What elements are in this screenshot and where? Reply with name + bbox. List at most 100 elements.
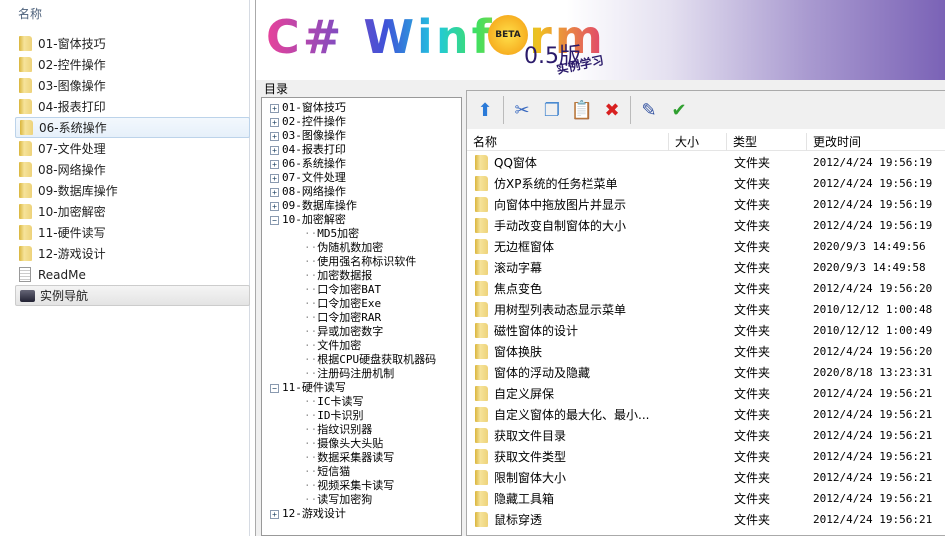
file-row[interactable]: 滚动字幕 文件夹 2020/9/3 14:49:58 <box>467 257 945 278</box>
expand-icon[interactable]: + <box>270 509 279 519</box>
col-name[interactable]: 名称 <box>467 133 497 151</box>
expand-icon[interactable]: + <box>270 187 279 197</box>
expand-icon[interactable]: + <box>270 131 279 141</box>
file-modified: 2012/4/24 19:56:21 <box>813 408 933 421</box>
delete-button[interactable]: ✖ <box>600 97 624 123</box>
expand-icon[interactable]: + <box>270 173 279 183</box>
file-row[interactable]: 自定义屏保 文件夹 2012/4/24 19:56:21 <box>467 383 945 404</box>
explorer-item[interactable]: 08-网络操作 <box>15 159 250 180</box>
file-row[interactable]: 用树型列表动态显示菜单 文件夹 2010/12/12 1:00:48 <box>467 299 945 320</box>
expand-icon[interactable]: + <box>270 103 279 113</box>
tree-node[interactable]: +03-图像操作 <box>270 129 346 143</box>
explorer-item[interactable]: 09-数据库操作 <box>15 180 250 201</box>
paste-button[interactable]: 📋 <box>570 97 594 123</box>
file-modified: 2012/4/24 19:56:21 <box>813 450 933 463</box>
explorer-item[interactable]: 03-图像操作 <box>15 75 250 96</box>
explorer-item[interactable]: 01-窗体技巧 <box>15 33 250 54</box>
file-row[interactable]: 自定义窗体的最大化、最小... 文件夹 2012/4/24 19:56:21 <box>467 404 945 425</box>
expand-icon[interactable]: + <box>270 159 279 169</box>
tree-node[interactable]: ··摄像头大头贴 <box>304 437 383 451</box>
file-modified: 2012/4/24 19:56:21 <box>813 387 933 400</box>
tree-node[interactable]: +06-系统操作 <box>270 157 346 171</box>
directory-tree[interactable]: +01-窗体技巧 +02-控件操作 +03-图像操作 +04-报表打印 +06-系统操作… <box>261 97 462 536</box>
rename-button[interactable]: ✎ <box>637 97 661 123</box>
tree-node[interactable]: ··指纹识别器 <box>304 423 372 437</box>
tree-node[interactable]: ··文件加密 <box>304 339 361 353</box>
cut-button[interactable]: ✂ <box>510 97 534 123</box>
tree-node[interactable]: ··ID卡识别 <box>304 409 364 423</box>
tree-node[interactable]: +12-游戏设计 <box>270 507 346 521</box>
explorer-item[interactable]: 实例导航 <box>15 285 250 306</box>
file-row[interactable]: 焦点变色 文件夹 2012/4/24 19:56:20 <box>467 278 945 299</box>
explorer-item[interactable]: 10-加密解密 <box>15 201 250 222</box>
explorer-item[interactable]: 06-系统操作 <box>15 117 250 138</box>
tree-node[interactable]: ··短信猫 <box>304 465 350 479</box>
ok-button[interactable]: ✔ <box>667 97 691 123</box>
tree-node[interactable]: ··使用强名称标识软件 <box>304 255 416 269</box>
tree-node[interactable]: +02-控件操作 <box>270 115 346 129</box>
column-header-name[interactable]: 名称 <box>18 5 42 22</box>
tree-node[interactable]: +04-报表打印 <box>270 143 346 157</box>
tree-node[interactable]: +08-网络操作 <box>270 185 346 199</box>
file-modified: 2012/4/24 19:56:20 <box>813 282 933 295</box>
tree-node[interactable]: ··数据采集器读写 <box>304 451 394 465</box>
file-name: 滚动字幕 <box>494 261 543 275</box>
explorer-item[interactable]: 02-控件操作 <box>15 54 250 75</box>
tree-node[interactable]: ··根据CPU硬盘获取机器码 <box>304 353 436 367</box>
tree-node[interactable]: +01-窗体技巧 <box>270 101 346 115</box>
tree-node[interactable]: ··IC卡读写 <box>304 395 364 409</box>
tree-node[interactable]: ··口令加密RAR <box>304 311 381 325</box>
file-name: 向窗体中拖放图片并显示 <box>494 198 627 212</box>
tree-node[interactable]: ··加密数据报 <box>304 269 372 283</box>
file-row[interactable]: 无边框窗体 文件夹 2020/9/3 14:49:56 <box>467 236 945 257</box>
tree-node[interactable]: ··伪随机数加密 <box>304 241 383 255</box>
col-size[interactable]: 大小 <box>668 133 699 151</box>
tree-node[interactable]: +09-数据库操作 <box>270 199 357 213</box>
col-type[interactable]: 类型 <box>726 133 757 151</box>
file-type: 文件夹 <box>734 471 771 485</box>
file-row[interactable]: 磁性窗体的设计 文件夹 2010/12/12 1:00:49 <box>467 320 945 341</box>
explorer-item[interactable]: 07-文件处理 <box>15 138 250 159</box>
file-row[interactable]: QQ窗体 文件夹 2012/4/24 19:56:19 <box>467 152 945 173</box>
tree-node[interactable]: ··视频采集卡读写 <box>304 479 394 493</box>
expand-icon[interactable]: + <box>270 145 279 155</box>
file-row[interactable]: 向窗体中拖放图片并显示 文件夹 2012/4/24 19:56:19 <box>467 194 945 215</box>
file-name: 隐藏工具箱 <box>494 492 555 506</box>
explorer-item[interactable]: ReadMe <box>15 264 250 285</box>
app-window: C# Winform BETA 0.5版 实例学习 目录 +01-窗体技巧 +02… <box>255 0 945 536</box>
file-row[interactable]: 窗体的浮动及隐藏 文件夹 2020/8/18 13:23:31 <box>467 362 945 383</box>
file-row[interactable]: 获取文件类型 文件夹 2012/4/24 19:56:21 <box>467 446 945 467</box>
tree-connector: ·· <box>304 465 318 478</box>
tree-node-label: 口令加密RAR <box>317 311 382 324</box>
file-row[interactable]: 限制窗体大小 文件夹 2012/4/24 19:56:21 <box>467 467 945 488</box>
tree-connector: ·· <box>304 367 318 380</box>
tree-node[interactable]: ··口令加密BAT <box>304 283 381 297</box>
explorer-item[interactable]: 04-报表打印 <box>15 96 250 117</box>
tree-node[interactable]: ··注册码注册机制 <box>304 367 394 381</box>
file-row[interactable]: 窗体换肤 文件夹 2012/4/24 19:56:20 <box>467 341 945 362</box>
tree-node[interactable]: −10-加密解密 <box>270 213 346 227</box>
expand-icon[interactable]: + <box>270 201 279 211</box>
tree-node[interactable]: ··读写加密狗 <box>304 493 372 507</box>
explorer-item[interactable]: 11-硬件读写 <box>15 222 250 243</box>
explorer-item-label: 04-报表打印 <box>38 100 106 114</box>
tree-node[interactable]: +07-文件处理 <box>270 171 346 185</box>
file-row[interactable]: 鼠标穿透 文件夹 2012/4/24 19:56:21 <box>467 509 945 530</box>
up-button[interactable]: ⬆ <box>473 97 497 123</box>
copy-button[interactable]: ❐ <box>540 97 564 123</box>
tree-node[interactable]: ··MD5加密 <box>304 227 359 241</box>
tree-node-label: 伪随机数加密 <box>317 241 384 254</box>
file-row[interactable]: 隐藏工具箱 文件夹 2012/4/24 19:56:21 <box>467 488 945 509</box>
collapse-icon[interactable]: − <box>270 215 279 225</box>
expand-icon[interactable]: + <box>270 117 279 127</box>
tree-node[interactable]: −11-硬件读写 <box>270 381 346 395</box>
file-row[interactable]: 仿XP系统的任务栏菜单 文件夹 2012/4/24 19:56:19 <box>467 173 945 194</box>
explorer-item[interactable]: 12-游戏设计 <box>15 243 250 264</box>
col-modified[interactable]: 更改时间 <box>806 133 861 151</box>
tree-node[interactable]: ··异或加密数字 <box>304 325 383 339</box>
file-row[interactable]: 手动改变自制窗体的大小 文件夹 2012/4/24 19:56:19 <box>467 215 945 236</box>
file-row[interactable]: 获取文件目录 文件夹 2012/4/24 19:56:21 <box>467 425 945 446</box>
tree-node[interactable]: ··口令加密Exe <box>304 297 381 311</box>
collapse-icon[interactable]: − <box>270 383 279 393</box>
tree-node-label: 摄像头大头贴 <box>317 437 384 450</box>
